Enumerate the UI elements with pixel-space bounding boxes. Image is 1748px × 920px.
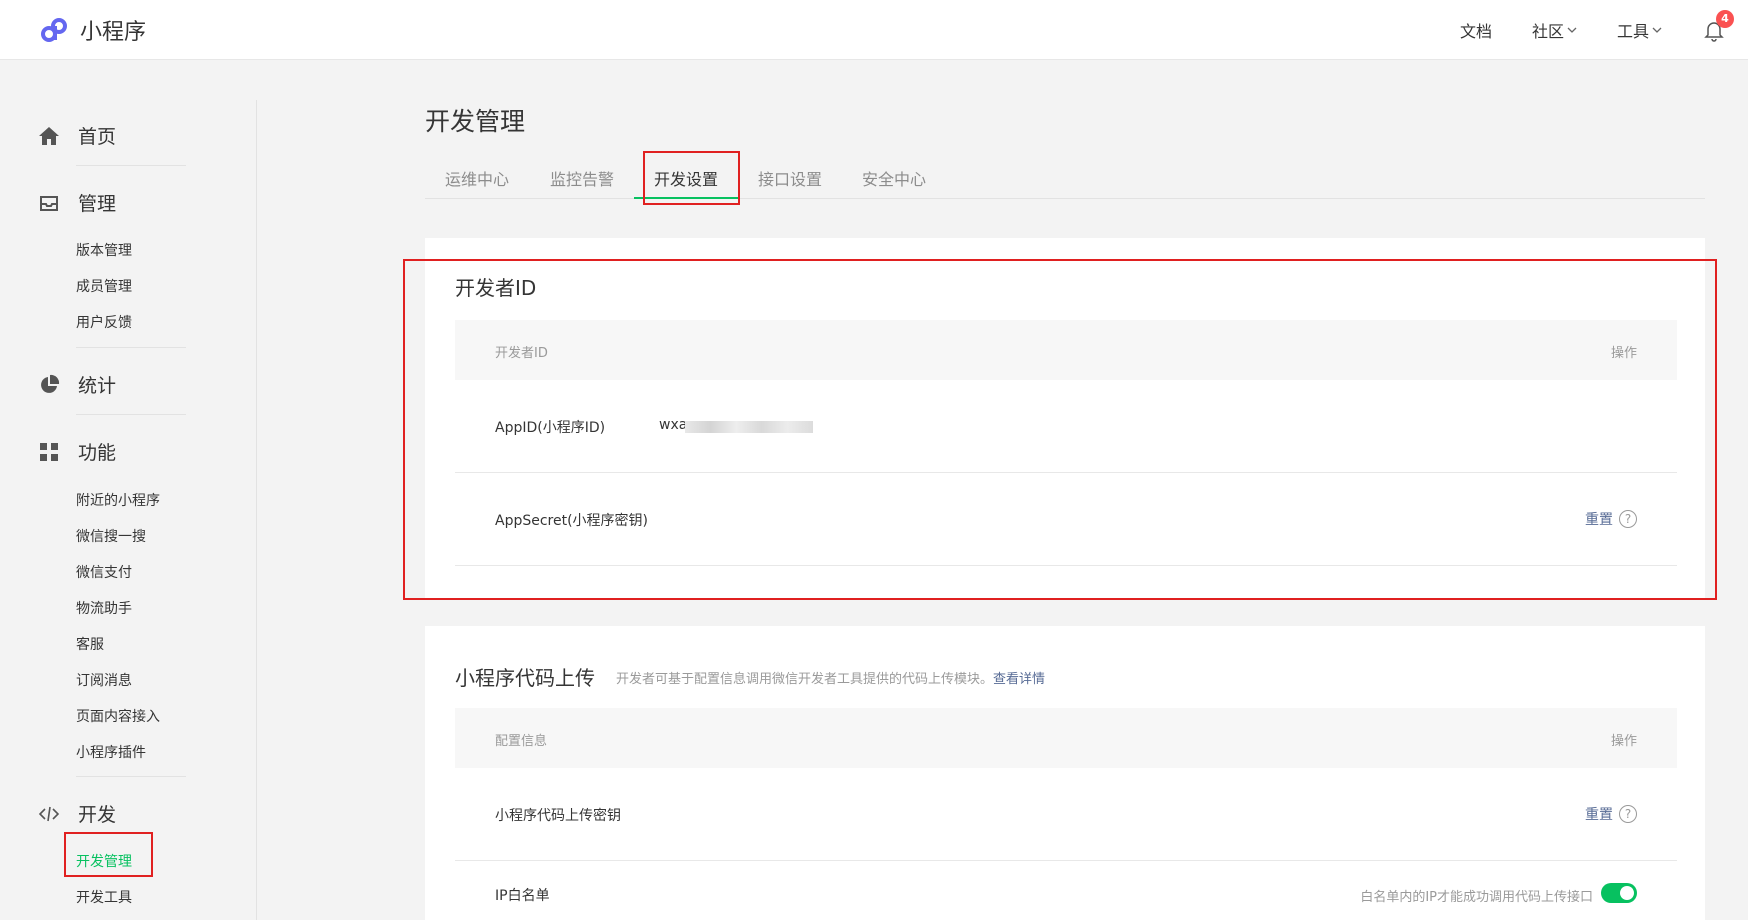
ip-whitelist-hint: 白名单内的IP才能成功调用代码上传接口 (1360, 890, 1593, 905)
sidebar-subitem-subscribe[interactable]: 订阅消息 (76, 670, 132, 690)
reset-upload-key-button[interactable]: 重置 ? (1585, 804, 1637, 824)
tab-bar: 运维中心 监控告警 开发设置 接口设置 安全中心 (425, 150, 1705, 199)
help-icon[interactable]: ? (1619, 805, 1637, 823)
nav-community-label: 社区 (1531, 22, 1564, 41)
ip-whitelist-toggle[interactable] (1601, 883, 1637, 903)
sidebar-subitem-dev-tools[interactable]: 开发工具 (76, 887, 132, 907)
nav-docs[interactable]: 文档 (1460, 18, 1492, 42)
sidebar-subitem-plugin[interactable]: 小程序插件 (76, 742, 146, 762)
col-action: 操作 (1610, 346, 1637, 361)
sidebar-subitem-members[interactable]: 成员管理 (76, 276, 132, 296)
sidebar-item-label: 管理 (78, 193, 117, 215)
appid-value: wxa (659, 417, 688, 433)
upload-key-label: 小程序代码上传密钥 (495, 808, 621, 824)
sidebar-item-home[interactable]: 首页 (38, 122, 116, 149)
col-action: 操作 (1610, 734, 1637, 749)
top-nav: 文档 社区 工具 4 (1460, 0, 1748, 60)
col-dev-id: 开发者ID (495, 346, 548, 361)
divider (76, 776, 186, 777)
table-row-appsecret: AppSecret(小程序密钥) 重置 ? (455, 473, 1677, 566)
chevron-down-icon (1567, 27, 1577, 33)
tab-dev-settings[interactable]: 开发设置 (654, 166, 718, 190)
sidebar-item-label: 首页 (78, 126, 117, 148)
pie-chart-icon (41, 374, 60, 393)
tab-ops[interactable]: 运维中心 (445, 166, 509, 190)
tab-monitor[interactable]: 监控告警 (550, 166, 614, 190)
active-tab-indicator (634, 197, 738, 199)
upload-table-header: 配置信息 操作 (455, 708, 1677, 768)
ip-whitelist-label: IP白名单 (495, 888, 550, 904)
appsecret-label: AppSecret(小程序密钥) (495, 513, 649, 529)
grid-icon (40, 442, 58, 461)
sidebar-subitem-logistics[interactable]: 物流助手 (76, 598, 132, 618)
table-row-appid: AppID(小程序ID) wxa (455, 380, 1677, 473)
sidebar-subitem-content[interactable]: 页面内容接入 (76, 706, 160, 726)
help-icon[interactable]: ? (1619, 510, 1637, 528)
view-details-link[interactable]: 查看详情 (993, 672, 1045, 687)
sidebar-subitem-version[interactable]: 版本管理 (76, 240, 132, 260)
tab-security[interactable]: 安全中心 (862, 166, 926, 190)
divider (76, 414, 186, 415)
sidebar-item-stats[interactable]: 统计 (38, 371, 116, 398)
page-title: 开发管理 (425, 107, 526, 136)
sidebar-item-manage[interactable]: 管理 (38, 189, 116, 216)
miniprogram-logo-icon (41, 18, 67, 42)
notification-badge: 4 (1716, 10, 1734, 28)
tab-api-settings[interactable]: 接口设置 (758, 166, 822, 190)
home-icon (39, 126, 59, 145)
sidebar-subitem-pay[interactable]: 微信支付 (76, 562, 132, 582)
nav-tools-label: 工具 (1616, 22, 1649, 41)
divider (76, 165, 186, 166)
dev-id-table-header: 开发者ID 操作 (455, 320, 1677, 380)
sidebar-item-label: 统计 (78, 375, 117, 397)
sidebar-item-dev[interactable]: 开发 (38, 800, 116, 827)
sidebar-subitem-nearby[interactable]: 附近的小程序 (76, 490, 160, 510)
logo[interactable]: 小程序 (38, 14, 146, 46)
top-bar: 小程序 文档 社区 工具 4 (0, 0, 1748, 60)
sidebar-subitem-feedback[interactable]: 用户反馈 (76, 312, 132, 332)
notification-button[interactable]: 4 (1702, 10, 1734, 42)
divider (76, 347, 186, 348)
chevron-down-icon (1652, 27, 1662, 33)
reset-secret-button[interactable]: 重置 ? (1585, 509, 1637, 529)
dev-id-title: 开发者ID (455, 276, 537, 300)
sidebar-divider (256, 100, 257, 920)
appid-label: AppID(小程序ID) (495, 420, 606, 436)
inbox-icon (40, 195, 58, 211)
reset-upload-key-label: 重置 (1585, 807, 1613, 823)
table-row-upload-key: 小程序代码上传密钥 重置 ? (455, 768, 1677, 861)
sidebar-subitem-service[interactable]: 客服 (76, 634, 104, 654)
sidebar-item-label: 开发 (78, 804, 117, 826)
table-row-ip-whitelist: IP白名单 白名单内的IP才能成功调用代码上传接口 (455, 861, 1677, 920)
code-upload-desc: 开发者可基于配置信息调用微信开发者工具提供的代码上传模块。查看详情 (616, 668, 1045, 687)
col-config: 配置信息 (495, 734, 548, 749)
app-name: 小程序 (80, 20, 147, 45)
sidebar-item-features[interactable]: 功能 (38, 438, 116, 465)
code-upload-panel: 小程序代码上传 开发者可基于配置信息调用微信开发者工具提供的代码上传模块。查看详… (425, 626, 1705, 920)
code-icon (38, 806, 60, 821)
sidebar-subitem-search[interactable]: 微信搜一搜 (76, 526, 146, 546)
reset-secret-label: 重置 (1585, 512, 1613, 528)
nav-docs-label: 文档 (1459, 22, 1492, 41)
code-upload-title: 小程序代码上传 (455, 666, 595, 690)
sidebar-subitem-dev-manage[interactable]: 开发管理 (76, 851, 132, 871)
dev-id-panel: 开发者ID 开发者ID 操作 AppID(小程序ID) wxa AppSecre… (425, 238, 1705, 600)
masked-appid (685, 421, 813, 433)
code-upload-desc-text: 开发者可基于配置信息调用微信开发者工具提供的代码上传模块。 (616, 672, 994, 687)
sidebar-item-label: 功能 (78, 442, 117, 464)
nav-tools[interactable]: 工具 (1617, 18, 1662, 42)
nav-community[interactable]: 社区 (1532, 18, 1577, 42)
